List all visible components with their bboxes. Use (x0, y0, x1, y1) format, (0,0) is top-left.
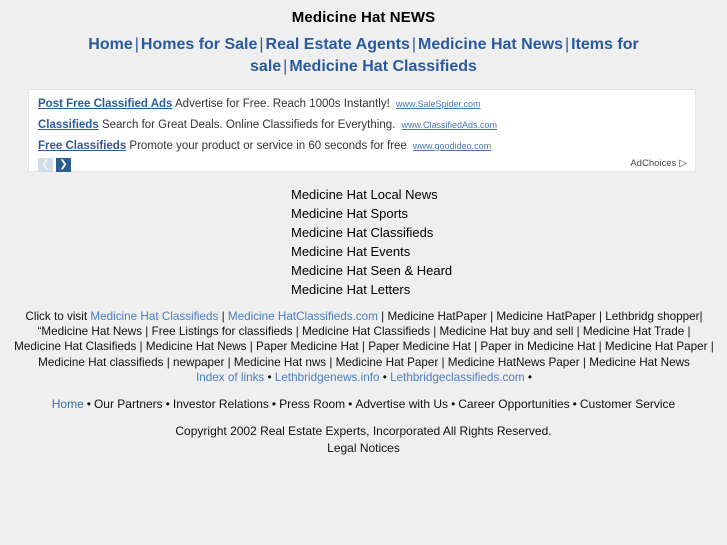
footer-link-press-room[interactable]: Press Room (279, 397, 345, 411)
keyword-links-block: Click to visit Medicine Hat Classifieds … (14, 309, 714, 385)
ad-row: Free Classifieds Promote your product or… (38, 140, 491, 152)
main-navigation: Home | Homes for Sale | Real Estate Agents | M… (0, 26, 727, 78)
ad-title-link[interactable]: Free Classifieds (38, 140, 126, 152)
nav-separator: | (411, 36, 417, 53)
ad-description: Promote your product or service in 60 se… (129, 140, 407, 152)
lethbridgeclassifieds-link[interactable]: Lethbridgeclassifieds.com (390, 371, 524, 384)
list-item[interactable]: Medicine Hat Seen & Heard (291, 261, 452, 280)
index-separator-trailing: • (527, 370, 532, 384)
footer-separator: • (451, 397, 456, 411)
adchoices-label: AdChoices (630, 158, 677, 169)
nav-separator: | (134, 36, 139, 53)
copyright-text: Copyright 2002 Real Estate Experts, Inco… (175, 424, 552, 438)
keyword-link-medicinehatclassifieds-com[interactable]: Medicine HatClassifieds.com (228, 310, 378, 323)
chevron-right-icon[interactable]: ❯ (56, 158, 71, 172)
ad-row: Post Free Classified Ads Advertise for F… (38, 98, 481, 110)
ad-url-link[interactable]: www.ClassifiedAds.com (402, 120, 498, 130)
page-root: Medicine Hat NEWS Home | Homes for Sale | Re… (0, 0, 727, 545)
adchoices-badge[interactable]: AdChoices ▷ (630, 158, 687, 169)
nav-item-medicine-hat-classifieds[interactable]: Medicine Hat Classifieds (289, 58, 477, 75)
nav-separator: | (259, 36, 264, 53)
footer-link-customer-service[interactable]: Customer Service (580, 397, 675, 411)
list-item[interactable]: Medicine Hat Local News (291, 185, 452, 204)
category-link-list: Medicine Hat Local News Medicine Hat Spo… (291, 185, 452, 299)
ad-url-link[interactable]: www.SaleSpider.com (396, 99, 481, 109)
keyword-separator: | (218, 310, 228, 323)
footer-separator: • (271, 397, 277, 411)
advertisement-panel: Post Free Classified Ads Advertise for F… (28, 89, 696, 172)
adchoices-triangle-icon: ▷ (679, 158, 687, 169)
legal-notices-link[interactable]: Legal Notices (0, 440, 727, 457)
lethbridgenews-link[interactable]: Lethbridgenews.info (275, 371, 380, 384)
nav-item-home[interactable]: Home (88, 36, 132, 53)
nav-item-real-estate-agents[interactable]: Real Estate Agents (266, 36, 410, 53)
list-item[interactable]: Medicine Hat Events (291, 242, 452, 261)
nav-separator: | (564, 36, 570, 53)
keyword-link-medicine-hat-classifieds[interactable]: Medicine Hat Classifieds (90, 310, 218, 323)
ad-title-link[interactable]: Classifieds (38, 119, 99, 131)
footer-link-advertise-with-us[interactable]: Advertise with Us (355, 397, 448, 411)
ad-url-link[interactable]: www.goodideo.com (413, 141, 491, 151)
list-item[interactable]: Medicine Hat Sports (291, 204, 452, 223)
page-title: Medicine Hat NEWS (291, 9, 436, 26)
footer-separator: • (165, 397, 170, 411)
list-item[interactable]: Medicine Hat Letters (291, 280, 452, 299)
ad-description: Advertise for Free. Reach 1000s Instantl… (175, 98, 390, 110)
ad-description: Search for Great Deals. Online Classifie… (101, 119, 396, 131)
index-links-row: Index of links • Lethbridgenews.info • L… (14, 370, 714, 385)
nav-item-homes-for-sale[interactable]: Homes for Sale (141, 36, 257, 53)
list-item[interactable]: Medicine Hat Classifieds (291, 223, 452, 242)
footer-separator: • (572, 397, 577, 411)
chevron-left-icon[interactable]: ❮ (38, 158, 53, 172)
footer-separator: • (348, 397, 353, 411)
nav-item-medicine-hat-news[interactable]: Medicine Hat News (418, 36, 563, 53)
ad-pagination: ❮ ❯ (38, 158, 71, 172)
footer-link-our-partners[interactable]: Our Partners (94, 397, 163, 411)
footer-link-home[interactable]: Home (52, 397, 84, 411)
index-separator: • (382, 370, 387, 384)
footer-separator: • (86, 397, 91, 411)
footer-link-investor-relations[interactable]: Investor Relations (173, 397, 269, 411)
keyword-lead-text: Click to visit (25, 310, 91, 323)
index-separator: • (267, 370, 272, 384)
index-of-links-link[interactable]: Index of links (196, 371, 264, 384)
footer-link-career-opportunities[interactable]: Career Opportunities (458, 397, 569, 411)
copyright-block: Copyright 2002 Real Estate Experts, Inco… (0, 423, 727, 457)
ad-row: Classifieds Search for Great Deals. Onli… (38, 119, 497, 131)
ad-title-link[interactable]: Post Free Classified Ads (38, 98, 172, 110)
footer-navigation: Home • Our Partners • Investor Relations • Pre… (0, 397, 727, 411)
